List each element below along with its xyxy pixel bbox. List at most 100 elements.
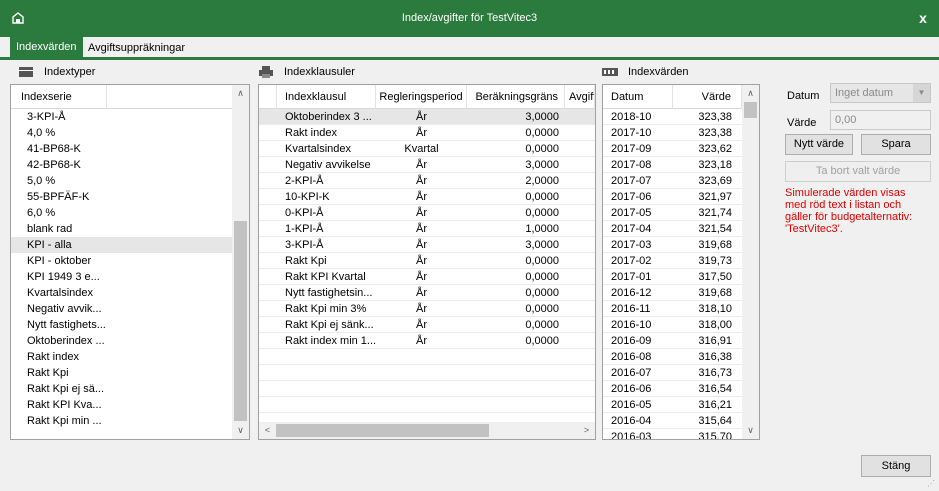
table-row[interactable]: 2-KPI-Å År 2,0000 — [259, 173, 595, 189]
cell-varde: 321,97 — [698, 191, 732, 203]
table-row[interactable]: 2017-09 323,62 — [603, 141, 742, 157]
list-item[interactable]: KPI 1949 3 e... — [11, 269, 232, 285]
table-row[interactable]: 3-KPI-Å År 3,0000 — [259, 237, 595, 253]
scroll-down-icon[interactable]: ∨ — [742, 422, 759, 439]
table-row[interactable]: 2016-09 316,91 — [603, 333, 742, 349]
list-item[interactable]: Oktoberindex ... — [11, 333, 232, 349]
column-header-indexklausul[interactable]: Indexklausul — [277, 85, 376, 109]
list-item-label: Oktoberindex ... — [27, 335, 105, 347]
list-item[interactable]: 3-KPI-Å — [11, 109, 232, 125]
list-item[interactable]: 5,0 % — [11, 173, 232, 189]
indexvarden-grid[interactable]: Datum Värde 2018-10 323,38 2017-10 323,38 20… — [602, 84, 760, 440]
tab-avgiftsupprakningar[interactable]: Avgiftsuppräkningar — [82, 39, 191, 58]
table-row[interactable]: Nytt fastighetsin... År 0,0000 — [259, 285, 595, 301]
table-row[interactable]: Oktoberindex 3 ... År 3,0000 — [259, 109, 595, 125]
scroll-down-icon[interactable]: ∨ — [232, 422, 249, 439]
close-button[interactable]: Stäng — [861, 455, 931, 477]
indexvarden-scrollbar[interactable]: ∧ ∨ — [742, 85, 759, 439]
cell-indexklausul: 0-KPI-Å — [285, 207, 324, 219]
indexklausuler-hscrollbar[interactable]: < > — [259, 422, 595, 439]
scroll-thumb[interactable] — [234, 221, 247, 421]
scroll-up-icon[interactable]: ∧ — [742, 85, 759, 102]
list-item[interactable]: Rakt Kpi min ... — [11, 413, 232, 429]
cell-berakningsgrans: 0,0000 — [525, 287, 559, 299]
column-header-datum[interactable]: Datum — [603, 85, 673, 109]
list-item[interactable]: 42-BP68-K — [11, 157, 232, 173]
table-row[interactable]: 2018-10 323,38 — [603, 109, 742, 125]
list-item[interactable]: Rakt Kpi ej sä... — [11, 381, 232, 397]
delete-value-button[interactable]: Ta bort valt värde — [785, 161, 931, 182]
table-row[interactable]: Rakt Kpi År 0,0000 — [259, 253, 595, 269]
indexklausuler-grid[interactable]: Indexklausul Regleringsperiod Beräknings… — [258, 84, 596, 440]
list-item[interactable]: 6,0 % — [11, 205, 232, 221]
table-row[interactable]: 2017-01 317,50 — [603, 269, 742, 285]
table-row[interactable]: Rakt index År 0,0000 — [259, 125, 595, 141]
close-icon[interactable]: x — [913, 8, 933, 28]
table-row[interactable]: 2017-03 319,68 — [603, 237, 742, 253]
list-item[interactable]: Kvartalsindex — [11, 285, 232, 301]
scroll-left-icon[interactable]: < — [259, 422, 276, 439]
resize-grip-icon[interactable]: ⋰ — [927, 479, 937, 489]
table-row[interactable]: 2017-07 323,69 — [603, 173, 742, 189]
table-row[interactable]: 10-KPI-K År 0,0000 — [259, 189, 595, 205]
table-row[interactable]: Rakt KPI Kvartal År 0,0000 — [259, 269, 595, 285]
table-row[interactable]: 2016-08 316,38 — [603, 349, 742, 365]
table-row[interactable]: 2016-07 316,73 — [603, 365, 742, 381]
list-item[interactable]: 4,0 % — [11, 125, 232, 141]
scroll-up-icon[interactable]: ∧ — [232, 85, 249, 102]
table-row[interactable]: Rakt index min 1... År 0,0000 — [259, 333, 595, 349]
table-row[interactable]: 2016-10 318,00 — [603, 317, 742, 333]
chevron-down-icon[interactable]: ▼ — [913, 84, 930, 102]
table-row[interactable]: Rakt Kpi ej sänk... År 0,0000 — [259, 317, 595, 333]
list-item[interactable]: 41-BP68-K — [11, 141, 232, 157]
column-header-varde[interactable]: Värde — [673, 85, 742, 109]
list-item[interactable]: 55-BPFÄF-K — [11, 189, 232, 205]
list-item[interactable]: KPI - alla — [11, 237, 232, 253]
hscroll-thumb[interactable] — [276, 424, 489, 437]
table-row[interactable] — [259, 349, 595, 365]
table-row[interactable]: 2016-06 316,54 — [603, 381, 742, 397]
table-row[interactable]: 2016-03 315,70 — [603, 429, 742, 439]
table-row[interactable]: Kvartalsindex Kvartal 0,0000 — [259, 141, 595, 157]
table-row[interactable]: 2017-05 321,74 — [603, 205, 742, 221]
new-value-button[interactable]: Nytt värde — [785, 134, 853, 155]
column-header-avgift[interactable]: Avgift — [565, 85, 595, 109]
datum-select[interactable]: Inget datum ▼ — [830, 83, 931, 103]
column-header-berakningsgrans[interactable]: Beräkningsgräns — [467, 85, 565, 109]
indextyper-list[interactable]: Indexserie 3-KPI-Å 4,0 % 41-BP68-K 42-BP68-… — [10, 84, 250, 440]
column-header-regleringsperiod[interactable]: Regleringsperiod — [376, 85, 467, 109]
table-row[interactable]: 2016-04 315,64 — [603, 413, 742, 429]
list-item[interactable]: Negativ avvik... — [11, 301, 232, 317]
list-item[interactable]: Rakt index — [11, 349, 232, 365]
cell-datum: 2017-05 — [611, 207, 652, 219]
tab-indexvarden[interactable]: Indexvärden — [10, 37, 83, 58]
list-item[interactable]: blank rad — [11, 221, 232, 237]
table-row[interactable] — [259, 365, 595, 381]
save-button[interactable]: Spara — [861, 134, 931, 155]
list-item[interactable]: KPI - oktober — [11, 253, 232, 269]
column-header-indexserie[interactable]: Indexserie — [11, 85, 107, 109]
table-row[interactable] — [259, 397, 595, 413]
table-row[interactable]: 2017-04 321,54 — [603, 221, 742, 237]
table-row[interactable]: 0-KPI-Å År 0,0000 — [259, 205, 595, 221]
table-row[interactable]: Negativ avvikelse År 3,0000 — [259, 157, 595, 173]
varde-field[interactable]: 0,00 — [830, 110, 931, 130]
table-row[interactable]: 2016-05 316,21 — [603, 397, 742, 413]
table-row[interactable]: 2017-10 323,38 — [603, 125, 742, 141]
list-item[interactable]: Nytt fastighets... — [11, 317, 232, 333]
table-row[interactable]: 2016-12 319,68 — [603, 285, 742, 301]
list-item[interactable]: Rakt KPI Kva... — [11, 397, 232, 413]
indextyper-scrollbar[interactable]: ∧ ∨ — [232, 85, 249, 439]
cell-indexklausul: Rakt Kpi min 3% — [285, 303, 367, 315]
list-item[interactable]: Rakt Kpi — [11, 365, 232, 381]
table-row[interactable]: 2017-08 323,18 — [603, 157, 742, 173]
table-row[interactable]: 1-KPI-Å År 1,0000 — [259, 221, 595, 237]
table-row[interactable]: Rakt Kpi min 3% År 0,0000 — [259, 301, 595, 317]
table-row[interactable]: 2017-02 319,73 — [603, 253, 742, 269]
scroll-right-icon[interactable]: > — [578, 422, 595, 439]
cell-berakningsgrans: 2,0000 — [525, 175, 559, 187]
scroll-thumb[interactable] — [744, 102, 757, 118]
table-row[interactable]: 2017-06 321,97 — [603, 189, 742, 205]
table-row[interactable]: 2016-11 318,10 — [603, 301, 742, 317]
table-row[interactable] — [259, 381, 595, 397]
